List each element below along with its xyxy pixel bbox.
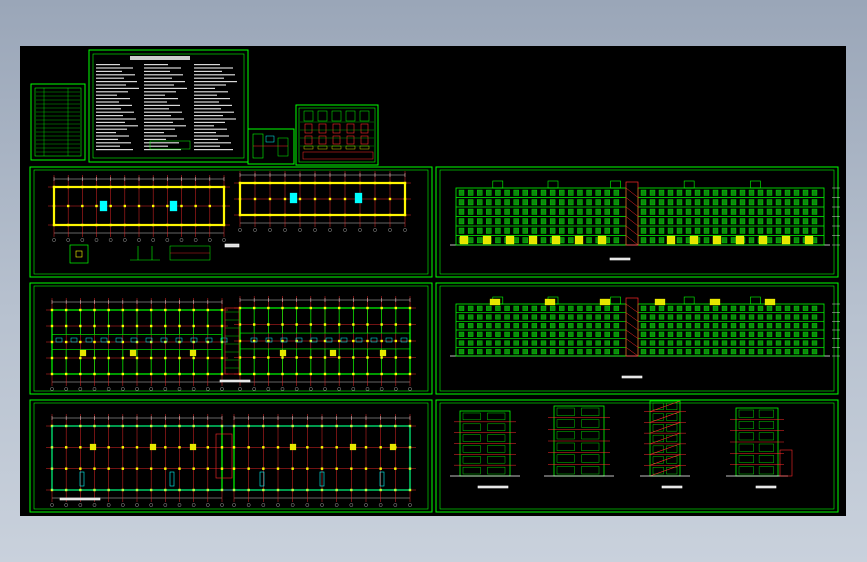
node-detail-sheet[interactable] xyxy=(247,128,295,165)
standard-floor-plan[interactable] xyxy=(29,282,433,395)
sections-and-side-elevations[interactable] xyxy=(435,399,839,513)
cad-viewer-background xyxy=(0,0,867,562)
foundation-plan[interactable] xyxy=(29,166,433,278)
door-window-table[interactable] xyxy=(295,104,379,166)
design-notes-sheet[interactable] xyxy=(88,49,249,163)
drawing-index-table[interactable] xyxy=(30,83,86,161)
cad-drawing-svg xyxy=(29,49,840,513)
ground-floor-plan[interactable] xyxy=(29,399,433,513)
cad-drawing-canvas[interactable] xyxy=(20,46,846,516)
front-elevation[interactable] xyxy=(435,166,840,278)
rear-elevation[interactable] xyxy=(435,282,840,395)
